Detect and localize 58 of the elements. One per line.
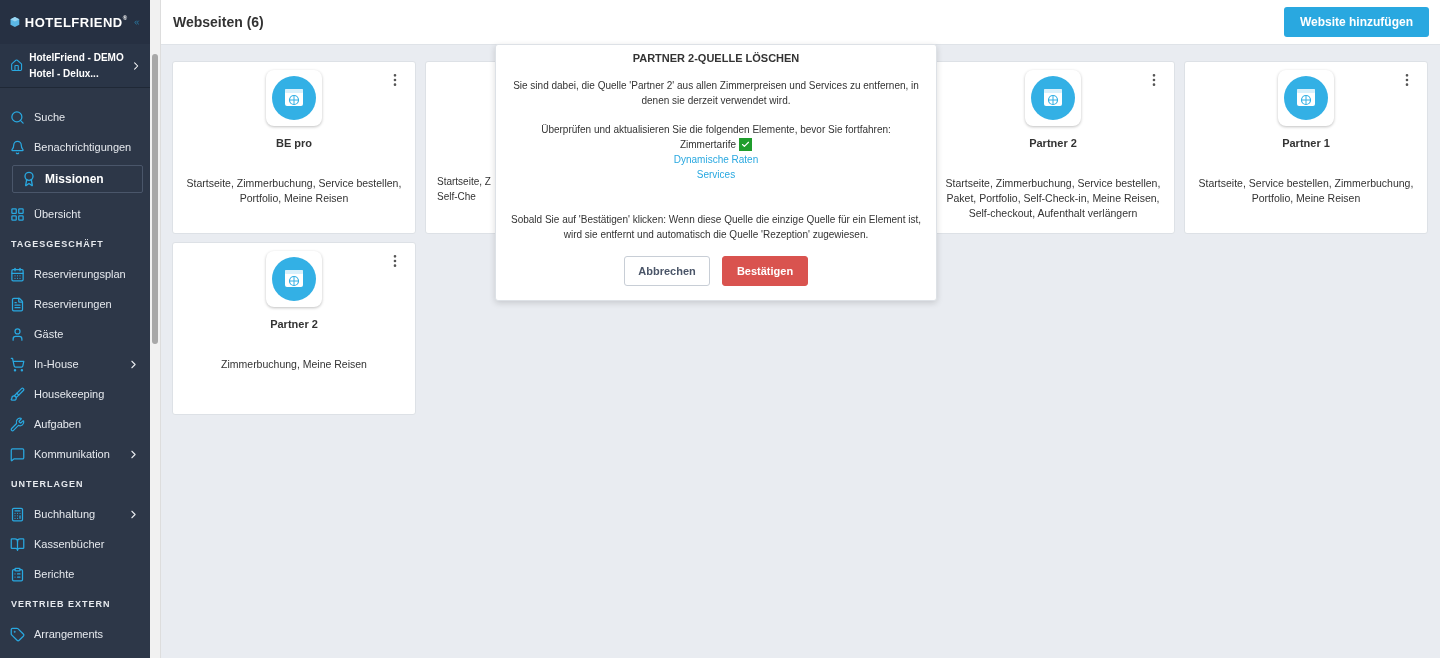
website-pages: Zimmerbuchung, Meine Reisen: [220, 357, 368, 372]
website-pages: Startseite, Z: [437, 175, 491, 189]
sidebar-item[interactable]: Suche: [0, 102, 150, 132]
website-pages: Self-Che: [437, 190, 476, 204]
website-name: Partner 2: [270, 318, 318, 330]
calculator-icon: [10, 506, 25, 522]
brand-name: HOTELFRIEND$^{®}$: [24, 14, 128, 30]
clipboard-icon: [10, 566, 25, 582]
cancel-button[interactable]: Abbrechen: [624, 256, 710, 286]
sidebar-item[interactable]: Berichte: [0, 559, 150, 589]
sidebar-item[interactable]: Kommunikation: [0, 439, 150, 469]
website-pages: Startseite, Service bestellen, Zimmerbuchung, Portfolio, Meine Reisen: [1197, 176, 1415, 206]
book-icon: [10, 536, 25, 552]
sidebar-item[interactable]: Missionen: [12, 165, 143, 193]
sidebar-item[interactable]: Arrangements: [0, 619, 150, 649]
website-name: BE pro: [275, 137, 313, 149]
ribbon-icon: [21, 171, 37, 187]
sidebar-item[interactable]: Reservierungen: [0, 289, 150, 319]
dialog-title: PARTNER 2-QUELLE LÖSCHEN: [632, 52, 800, 64]
dialog-text: Überprüfen und aktualisieren Sie die folgenden Elemente, bevor Sie fortfahren:: [541, 123, 891, 137]
sidebar-item[interactable]: Buchhaltung: [0, 499, 150, 529]
sidebar-item[interactable]: Aufgaben: [0, 409, 150, 439]
sidebar-item[interactable]: Benachrichtigungen: [0, 132, 150, 162]
person-icon: [10, 326, 25, 342]
bell-icon: [10, 139, 25, 155]
element-status: Zimmertarife: [679, 137, 753, 152]
grid-icon: [10, 206, 25, 222]
sidebar-item[interactable]: Reservierungsplan: [0, 259, 150, 289]
page-title: Webseiten (6): [173, 14, 264, 30]
document-icon: [10, 296, 25, 312]
website-pages: Startseite, Zimmerbuchung, Service bestellen, Paket, Portfolio, Self-Check-in, Meine Reisen, Self-checkout, Aufenthalt verlängern: [944, 176, 1162, 221]
cart-icon: [10, 356, 25, 372]
sidebar-item[interactable]: Gäste: [0, 319, 150, 349]
sidebar-section-heading: VERTRIEB EXTERN: [10, 598, 112, 611]
tag-icon: [10, 626, 25, 642]
sidebar-item[interactable]: In-House: [0, 349, 150, 379]
scrollbar-thumb[interactable]: [152, 54, 158, 344]
sidebar-section-heading: UNTERLAGEN: [10, 478, 85, 491]
website-name: Partner 1: [1282, 137, 1330, 149]
calendar-icon: [10, 266, 25, 282]
brush-icon: [10, 386, 25, 402]
sidebar-item[interactable]: Übersicht: [0, 199, 150, 229]
globe-window-icon: [272, 76, 316, 120]
search-icon: [10, 109, 25, 125]
chat-icon: [10, 446, 25, 462]
sidebar-section-heading: TAGESGESCHÄFT: [10, 238, 105, 251]
house-icon: [10, 58, 24, 73]
confirm-button[interactable]: Bestätigen: [722, 256, 808, 286]
website-pages: Startseite, Zimmerbuchung, Service bestellen, Portfolio, Meine Reisen: [185, 176, 403, 206]
globe-window-icon: [272, 257, 316, 301]
dialog-text: Sobald Sie auf 'Bestätigen' klicken: Wenn diese Quelle die einzige Quelle für ein Element ist, wird sie entfernt und automatisch die Quelle 'Rezeption' zugewiesen.: [510, 213, 922, 242]
globe-window-icon: [1284, 76, 1328, 120]
dialog-text: Sie sind dabei, die Quelle 'Partner 2' aus allen Zimmerpreisen und Services zu entfernen, in denen sie derzeit verwendet wird.: [512, 79, 920, 108]
wrench-icon: [10, 416, 25, 432]
sidebar-item[interactable]: Housekeeping: [0, 379, 150, 409]
globe-window-icon: [1031, 76, 1075, 120]
sidebar-item[interactable]: Kassenbücher: [0, 529, 150, 559]
website-name: Partner 2: [1029, 137, 1077, 149]
